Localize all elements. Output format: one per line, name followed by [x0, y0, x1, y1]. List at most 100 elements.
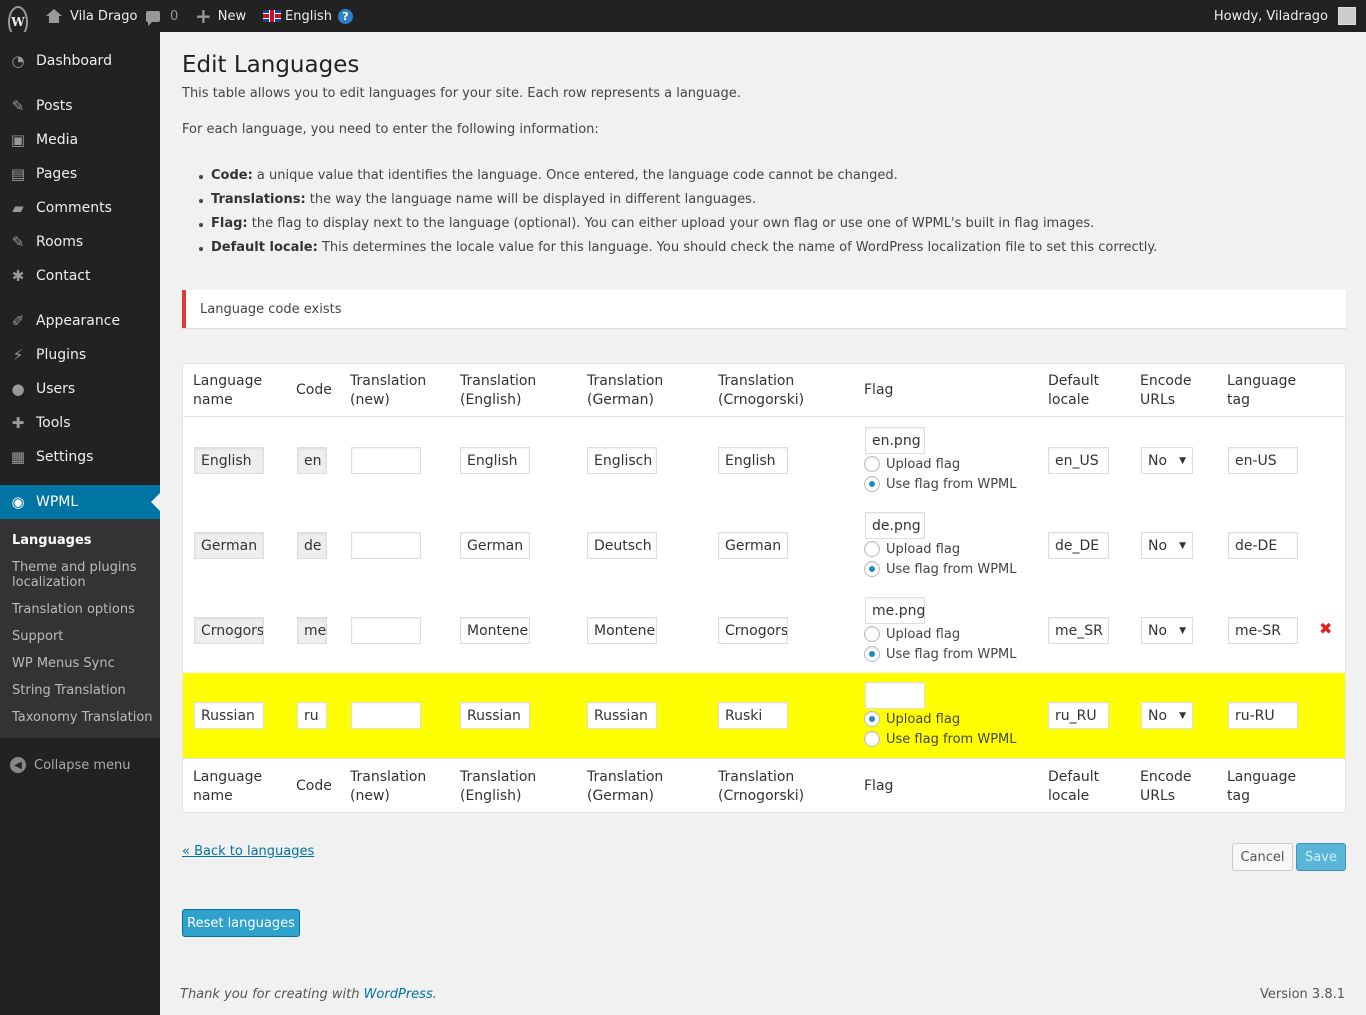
language-tag-input[interactable]: en-US [1228, 447, 1298, 474]
language-code-input[interactable]: en [297, 447, 327, 474]
submenu-wp-menus-sync[interactable]: WP Menus Sync [12, 656, 157, 671]
back-to-languages-link[interactable]: « Back to languages [182, 844, 314, 859]
plus-icon: + [195, 4, 212, 28]
translation-new-input[interactable] [351, 532, 421, 559]
footer-code: Code [296, 778, 332, 794]
encode-urls-select[interactable]: No ▼ [1141, 702, 1193, 729]
footer-version: Version 3.8.1 [1259, 987, 1345, 1002]
use-wpml-flag-radio[interactable]: Use flag from WPML [864, 561, 1017, 577]
submenu-string-translation[interactable]: String Translation [12, 683, 157, 698]
sidebar-item-plugins[interactable]: ⚡ Plugins [0, 338, 160, 372]
page-title: Edit Languages [182, 52, 360, 78]
translation-german-input[interactable]: Englisch [587, 447, 657, 474]
header-encode-urls: Encode URLs [1140, 373, 1192, 408]
sidebar-item-wpml[interactable]: ◉ WPML [0, 485, 160, 519]
cancel-button[interactable]: Cancel [1232, 843, 1293, 871]
user-account-menu[interactable]: Howdy, Viladrago [1214, 0, 1356, 32]
translation-new-input[interactable] [351, 702, 421, 729]
comments-link[interactable]: 0 [146, 0, 178, 32]
upload-flag-radio[interactable]: Upload flag [864, 711, 960, 727]
dropdown-arrow-icon: ▼ [1179, 625, 1186, 636]
footer-language-tag: Language tag [1227, 769, 1297, 804]
sidebar-item-users[interactable]: ● Users [0, 372, 160, 406]
new-content-link[interactable]: + New [195, 0, 246, 32]
submenu-languages[interactable]: Languages [12, 533, 157, 548]
translation-english-input[interactable]: German [460, 532, 530, 559]
error-notice: Language code exists [182, 290, 1346, 328]
language-code-input[interactable]: de [297, 532, 327, 559]
language-tag-input[interactable]: de-DE [1228, 532, 1298, 559]
sidebar-item-dashboard[interactable]: ◔ Dashboard [0, 44, 160, 78]
flag-filename-input[interactable]: en.png [865, 427, 925, 454]
encode-urls-select[interactable]: No ▼ [1141, 617, 1193, 644]
language-name-input[interactable]: German [194, 532, 264, 559]
flag-filename-input[interactable]: de.png [865, 512, 925, 539]
default-locale-input[interactable]: de_DE [1048, 532, 1109, 559]
language-name-input[interactable]: Russian [194, 702, 264, 729]
flag-filename-input[interactable] [865, 682, 925, 709]
sidebar-item-appearance[interactable]: ✐ Appearance [0, 304, 160, 338]
language-name-input[interactable]: Crnogorski [194, 617, 264, 644]
translation-german-input[interactable]: Montenegrinisch [587, 617, 657, 644]
flag-filename-input[interactable]: me.png [865, 597, 925, 624]
language-tag-input[interactable]: ru-RU [1228, 702, 1298, 729]
sidebar-item-tools[interactable]: ✚ Tools [0, 406, 160, 440]
footer-flag: Flag [864, 778, 894, 794]
sidebar-item-contact[interactable]: ✱ Contact [0, 259, 160, 293]
submenu-theme-plugins-localization[interactable]: Theme and plugins localization [12, 560, 157, 590]
default-locale-input[interactable]: ru_RU [1048, 702, 1109, 729]
language-code-input[interactable]: ru [297, 702, 327, 729]
uk-flag-icon [263, 10, 281, 22]
translation-german-input[interactable]: Russian [587, 702, 657, 729]
language-code-input[interactable]: me [297, 617, 327, 644]
bullet-default-locale: Default locale: This determines the loca… [198, 240, 1158, 255]
translation-english-input[interactable]: Montenegrin [460, 617, 530, 644]
translation-new-input[interactable] [351, 447, 421, 474]
upload-flag-radio[interactable]: Upload flag [864, 541, 960, 557]
use-wpml-flag-radio[interactable]: Use flag from WPML [864, 731, 1017, 747]
radio-checked-icon [864, 646, 880, 662]
wordpress-link[interactable]: WordPress [364, 987, 433, 1002]
sidebar-item-comments[interactable]: ▰ Comments [0, 191, 160, 225]
dropdown-arrow-icon: ▼ [1179, 455, 1186, 466]
collapse-menu-button[interactable]: ◀ Collapse menu [10, 757, 131, 773]
comment-icon: ▰ [12, 199, 24, 217]
encode-urls-select[interactable]: No ▼ [1141, 447, 1193, 474]
delete-icon[interactable]: ✖ [1319, 619, 1332, 638]
site-name-link[interactable]: Vila Drago [46, 0, 137, 32]
translation-crnogorski-input[interactable]: English [718, 447, 788, 474]
dashboard-icon: ◔ [11, 52, 25, 70]
default-locale-input[interactable]: en_US [1048, 447, 1109, 474]
sidebar-item-media[interactable]: ▣ Media [0, 123, 160, 157]
translation-crnogorski-input[interactable]: German [718, 532, 788, 559]
sidebar-item-pages[interactable]: ▤ Pages [0, 157, 160, 191]
upload-flag-radio[interactable]: Upload flag [864, 626, 960, 642]
languages-table: Language name Code Translation (new) Tra… [182, 363, 1346, 813]
translation-english-input[interactable]: English [460, 447, 530, 474]
default-locale-input[interactable]: me_SR [1048, 617, 1109, 644]
translation-crnogorski-input[interactable]: Crnogorski [718, 617, 788, 644]
sidebar-item-rooms[interactable]: ✎ Rooms [0, 225, 160, 259]
submenu-translation-options[interactable]: Translation options [12, 602, 157, 617]
use-wpml-flag-radio[interactable]: Use flag from WPML [864, 646, 1017, 662]
help-icon[interactable]: ? [337, 8, 353, 24]
save-button[interactable]: Save [1296, 843, 1346, 871]
sidebar-item-settings[interactable]: ▦ Settings [0, 440, 160, 474]
submenu-support[interactable]: Support [12, 629, 157, 644]
radio-unchecked-icon [864, 541, 880, 557]
header-code: Code [296, 382, 332, 398]
translation-german-input[interactable]: Deutsch [587, 532, 657, 559]
upload-flag-radio[interactable]: Upload flag [864, 456, 960, 472]
submenu-taxonomy-translation[interactable]: Taxonomy Translation [12, 710, 157, 725]
language-tag-input[interactable]: me-SR [1228, 617, 1298, 644]
encode-urls-select[interactable]: No ▼ [1141, 532, 1193, 559]
language-name-input[interactable]: English [194, 447, 264, 474]
sidebar-item-posts[interactable]: ✎ Posts [0, 89, 160, 123]
footer-translation-crnogorski: Translation (Crnogorski) [718, 769, 805, 804]
translation-english-input[interactable]: Russian [460, 702, 530, 729]
language-switcher[interactable]: English ? [263, 0, 353, 32]
use-wpml-flag-radio[interactable]: Use flag from WPML [864, 476, 1017, 492]
translation-new-input[interactable] [351, 617, 421, 644]
translation-crnogorski-input[interactable]: Ruski [718, 702, 788, 729]
reset-languages-button[interactable]: Reset languages [182, 909, 300, 937]
